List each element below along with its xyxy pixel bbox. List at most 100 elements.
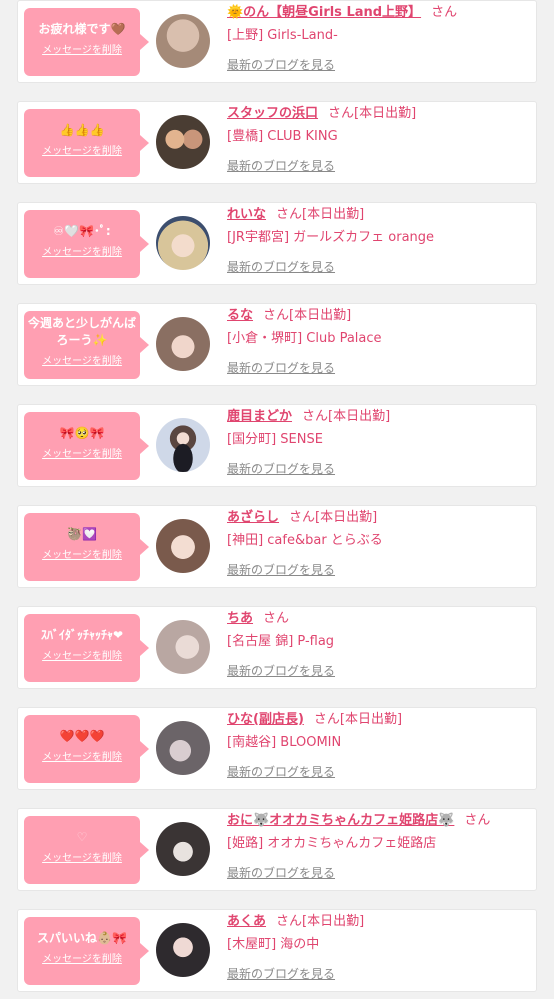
message-card: 🦥💟 メッセージを削除 あざらし さん[本日出勤] [神田] cafe&bar と… (17, 505, 537, 588)
message-bubble: 今週あと少しがんばろーう✨ メッセージを削除 (24, 311, 149, 379)
latest-blog-link[interactable]: 最新のブログを見る (227, 763, 335, 780)
user-name-link[interactable]: ちあ (227, 611, 253, 626)
avatar[interactable] (156, 923, 210, 977)
honorific: さん (276, 914, 303, 929)
message-bubble: ♡ メッセージを削除 (24, 816, 149, 884)
latest-blog-link[interactable]: 最新のブログを見る (227, 157, 335, 174)
avatar[interactable] (156, 620, 210, 674)
user-name-link[interactable]: ひな(副店長) (227, 712, 304, 727)
latest-blog-link[interactable]: 最新のブログを見る (227, 359, 335, 376)
user-info: あくあ さん[本日出勤] [木屋町] 海の中 最新のブログを見る (227, 912, 530, 982)
avatar[interactable] (156, 519, 210, 573)
delete-message-link[interactable]: メッセージを削除 (24, 950, 140, 965)
honorific: さん (431, 5, 458, 20)
delete-message-link[interactable]: メッセージを削除 (24, 546, 140, 561)
message-bubble: お疲れ様です🤎 メッセージを削除 (24, 8, 149, 76)
honorific: さん (289, 510, 316, 525)
latest-blog-link[interactable]: 最新のブログを見る (227, 965, 335, 982)
avatar[interactable] (156, 14, 210, 68)
delete-message-link[interactable]: メッセージを削除 (24, 41, 140, 56)
message-text: ❤️❤️❤️ (59, 729, 105, 743)
shop-location: [JR宇都宮] ガールズカフェ orange (227, 230, 435, 245)
status-badge: [本日出勤] (354, 106, 417, 121)
delete-message-link[interactable]: メッセージを削除 (24, 352, 140, 367)
status-badge: [本日出勤] (302, 207, 365, 222)
user-name-link[interactable]: るな (227, 308, 253, 323)
delete-message-link[interactable]: メッセージを削除 (24, 142, 140, 157)
message-card: 👍👍👍 メッセージを削除 スタッフの浜口 さん[本日出勤] [豊橋] CLUB K… (17, 101, 537, 184)
user-info: るな さん[本日出勤] [小倉・堺町] Club Palace 最新のブログを見る (227, 306, 530, 376)
message-text: ♾🤍🎀･ﾟ: (53, 224, 111, 238)
latest-blog-link[interactable]: 最新のブログを見る (227, 258, 335, 275)
latest-blog-link[interactable]: 最新のブログを見る (227, 864, 335, 881)
delete-message-link[interactable]: メッセージを削除 (24, 445, 140, 460)
user-info: スタッフの浜口 さん[本日出勤] [豊橋] CLUB KING 最新のブログを見る (227, 104, 530, 174)
latest-blog-link[interactable]: 最新のブログを見る (227, 561, 335, 578)
avatar[interactable] (156, 115, 210, 169)
user-info: 鹿目まどか さん[本日出勤] [国分町] SENSE 最新のブログを見る (227, 407, 530, 477)
delete-message-link[interactable]: メッセージを削除 (24, 748, 140, 763)
shop-location: [上野] Girls-Land- (227, 28, 338, 43)
shop-location: [豊橋] CLUB KING (227, 129, 338, 144)
honorific: さん (328, 106, 355, 121)
message-card: ♡ メッセージを削除 おに🐺オオカミちゃんカフェ姫路店🐺 さん [姫路] オオカミ… (17, 808, 537, 891)
status-badge: [本日出勤] (302, 914, 365, 929)
shop-location: [南越谷] BLOOMIN (227, 735, 342, 750)
message-card: ♾🤍🎀･ﾟ: メッセージを削除 れいな さん[本日出勤] [JR宇都宮] ガールズ… (17, 202, 537, 285)
message-text: お疲れ様です🤎 (38, 22, 126, 36)
shop-location: [名古屋 錦] P-flag (227, 634, 335, 649)
user-name-link[interactable]: おに🐺オオカミちゃんカフェ姫路店🐺 (227, 813, 454, 828)
message-bubble: 🎀🥺🎀 メッセージを削除 (24, 412, 149, 480)
status-badge: [本日出勤] (315, 510, 378, 525)
user-info: ひな(副店長) さん[本日出勤] [南越谷] BLOOMIN 最新のブログを見る (227, 710, 530, 780)
message-card: 🎀🥺🎀 メッセージを削除 鹿目まどか さん[本日出勤] [国分町] SENSE 最… (17, 404, 537, 487)
delete-message-link[interactable]: メッセージを削除 (24, 647, 140, 662)
user-name-link[interactable]: スタッフの浜口 (227, 106, 318, 121)
honorific: さん (313, 712, 340, 727)
message-text: ♡ (76, 830, 88, 844)
message-text: 🎀🥺🎀 (59, 426, 105, 440)
user-name-link[interactable]: れいな (227, 207, 266, 222)
shop-location: [姫路] オオカミちゃんカフェ姫路店 (227, 836, 437, 851)
user-info: 🌞のん【朝昼Girls Land上野】 さん [上野] Girls-Land- 最… (227, 3, 530, 73)
shop-location: [小倉・堺町] Club Palace (227, 331, 382, 346)
message-text: 👍👍👍 (59, 123, 105, 137)
message-card: お疲れ様です🤎 メッセージを削除 🌞のん【朝昼Girls Land上野】 さん [… (17, 0, 537, 83)
avatar[interactable] (156, 822, 210, 876)
message-bubble: ♾🤍🎀･ﾟ: メッセージを削除 (24, 210, 149, 278)
avatar[interactable] (156, 418, 210, 472)
shop-location: [国分町] SENSE (227, 432, 323, 447)
message-bubble: ｽﾊﾞｲﾀﾞｯﾁｬｯﾁｬ❤ メッセージを削除 (24, 614, 149, 682)
honorific: さん (263, 611, 290, 626)
user-name-link[interactable]: 🌞のん【朝昼Girls Land上野】 (227, 5, 421, 20)
user-name-link[interactable]: 鹿目まどか (227, 409, 292, 424)
latest-blog-link[interactable]: 最新のブログを見る (227, 460, 335, 477)
avatar[interactable] (156, 721, 210, 775)
message-text: 今週あと少しがんばろーう✨ (28, 316, 137, 347)
status-badge: [本日出勤] (339, 712, 403, 727)
message-bubble: 👍👍👍 メッセージを削除 (24, 109, 149, 177)
avatar[interactable] (156, 317, 210, 371)
shop-location: [神田] cafe&bar とらぶる (227, 533, 383, 548)
user-info: れいな さん[本日出勤] [JR宇都宮] ガールズカフェ orange 最新のブロ… (227, 205, 530, 275)
avatar[interactable] (156, 216, 210, 270)
shop-location: [木屋町] 海の中 (227, 937, 320, 952)
latest-blog-link[interactable]: 最新のブログを見る (227, 56, 335, 73)
honorific: さん (276, 207, 303, 222)
delete-message-link[interactable]: メッセージを削除 (24, 849, 140, 864)
message-card: スパいいね👶🏼🎀 メッセージを削除 あくあ さん[本日出勤] [木屋町] 海の中 … (17, 909, 537, 992)
user-name-link[interactable]: あくあ (227, 914, 266, 929)
status-badge: [本日出勤] (328, 409, 391, 424)
message-text: スパいいね👶🏼🎀 (37, 931, 127, 945)
message-bubble: スパいいね👶🏼🎀 メッセージを削除 (24, 917, 149, 985)
message-card: ❤️❤️❤️ メッセージを削除 ひな(副店長) さん[本日出勤] [南越谷] BL… (17, 707, 537, 790)
user-info: あざらし さん[本日出勤] [神田] cafe&bar とらぶる 最新のブログを見… (227, 508, 530, 578)
honorific: さん (302, 409, 329, 424)
honorific: さん (263, 308, 290, 323)
message-text: ｽﾊﾞｲﾀﾞｯﾁｬｯﾁｬ❤ (40, 628, 124, 642)
user-name-link[interactable]: あざらし (227, 510, 279, 525)
latest-blog-link[interactable]: 最新のブログを見る (227, 662, 335, 679)
delete-message-link[interactable]: メッセージを削除 (24, 243, 140, 258)
message-bubble: ❤️❤️❤️ メッセージを削除 (24, 715, 149, 783)
message-card: 今週あと少しがんばろーう✨ メッセージを削除 るな さん[本日出勤] [小倉・堺町… (17, 303, 537, 386)
